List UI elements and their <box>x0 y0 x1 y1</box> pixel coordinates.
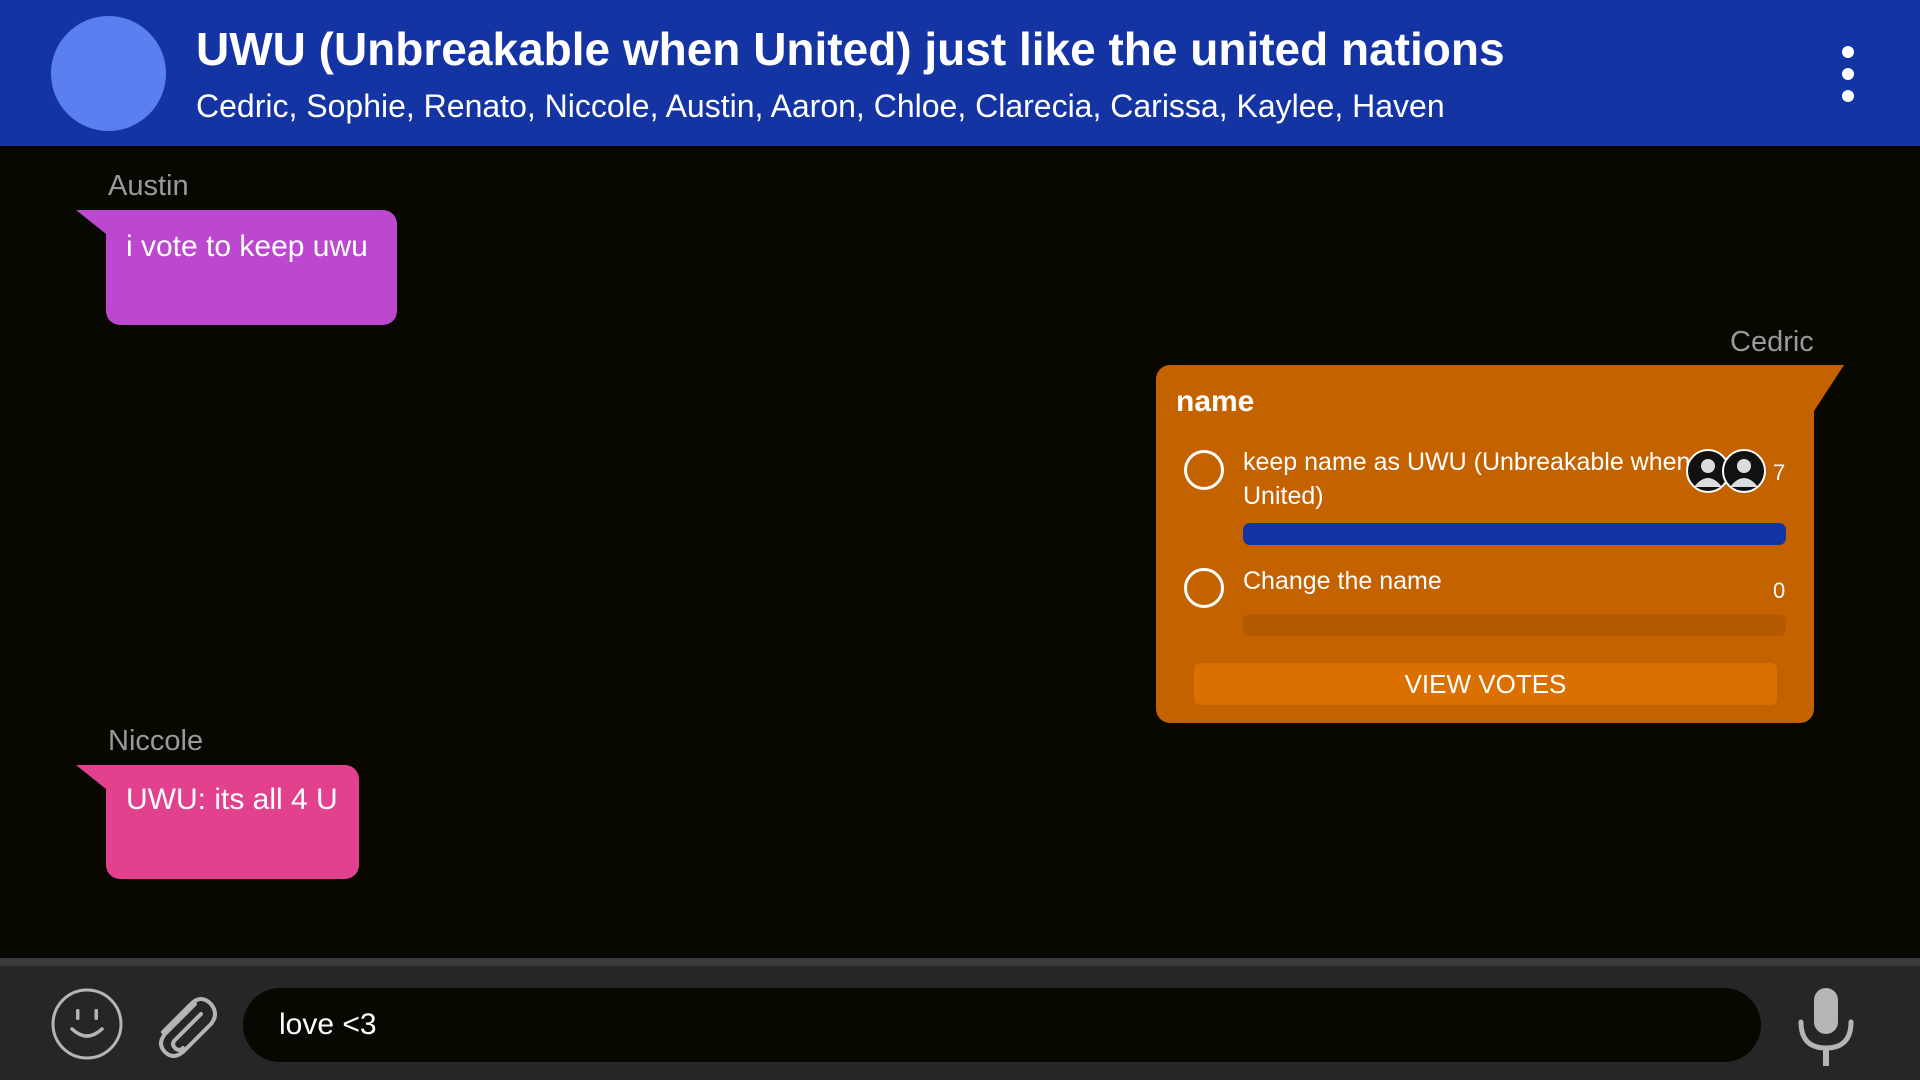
user-avatar-icon <box>1722 449 1766 493</box>
smiley-icon[interactable] <box>50 987 124 1061</box>
microphone-icon[interactable] <box>1796 984 1856 1072</box>
poll-option-radio[interactable] <box>1184 568 1224 608</box>
poll-option-count: 7 <box>1773 460 1786 485</box>
group-members[interactable]: Cedric, Sophie, Renato, Niccole, Austin,… <box>196 88 1445 125</box>
chat-header: UWU (Unbreakable when United) just like … <box>0 0 1920 146</box>
poll-card: name keep name as UWU (Unbreakable when … <box>1156 365 1844 723</box>
poll-option-bar-fill <box>1243 523 1786 545</box>
composer-divider <box>0 958 1920 966</box>
bubble-tail <box>76 765 106 789</box>
voter-avatars[interactable] <box>1686 449 1768 495</box>
poll-option-label[interactable]: Change the name <box>1243 564 1693 598</box>
poll-option-radio[interactable] <box>1184 450 1224 490</box>
poll-title: name <box>1176 385 1255 418</box>
message-bubble[interactable]: UWU: its all 4 U <box>76 765 359 879</box>
message-text: UWU: its all 4 U <box>126 783 338 816</box>
poll-sender: Cedric <box>1730 326 1814 358</box>
message-bubble[interactable]: i vote to keep uwu <box>76 210 397 325</box>
bubble-tail <box>76 210 106 234</box>
group-avatar[interactable] <box>51 16 166 131</box>
poll-option-bar <box>1243 523 1786 545</box>
bubble-tail <box>1814 365 1844 411</box>
paperclip-icon[interactable] <box>143 986 223 1064</box>
message-text: i vote to keep uwu <box>126 230 368 263</box>
more-vertical-icon[interactable] <box>1830 46 1866 102</box>
poll-option-count: 0 <box>1773 578 1786 603</box>
message-sender: Niccole <box>108 725 204 757</box>
message-composer <box>0 966 1920 1080</box>
poll-option-label[interactable]: keep name as UWU (Unbreakable when Unite… <box>1243 445 1693 513</box>
view-votes-button[interactable]: VIEW VOTES <box>1194 663 1777 705</box>
group-title[interactable]: UWU (Unbreakable when United) just like … <box>196 22 1505 76</box>
message-sender: Austin <box>108 170 189 202</box>
poll-option-bar <box>1243 614 1786 636</box>
message-input[interactable] <box>243 988 1761 1062</box>
